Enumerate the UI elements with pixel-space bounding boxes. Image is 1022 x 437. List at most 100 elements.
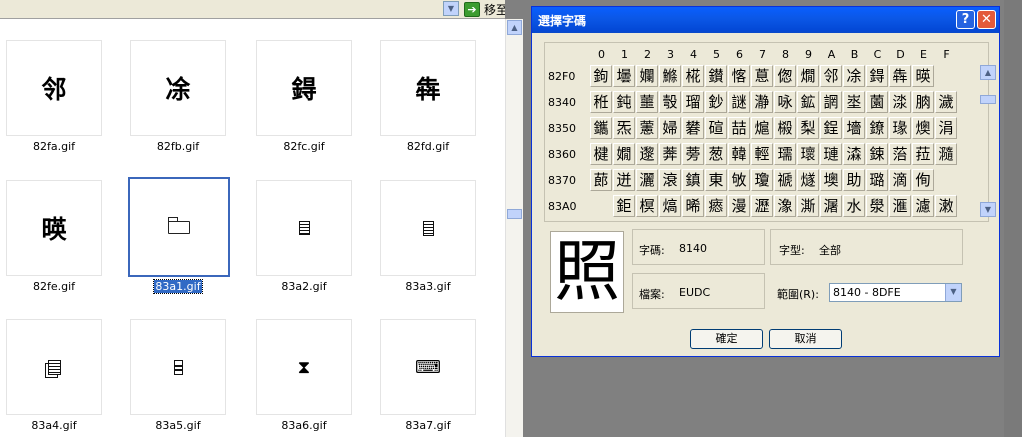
character-cell[interactable]: 漫 bbox=[728, 195, 750, 217]
character-cell[interactable]: 潄 bbox=[935, 195, 957, 217]
thumbnail-tile[interactable]: 凃 bbox=[130, 40, 226, 136]
character-cell[interactable]: 瓀 bbox=[774, 143, 796, 165]
character-cell[interactable]: 渁 bbox=[889, 91, 911, 113]
character-cell[interactable]: 侚 bbox=[912, 169, 934, 191]
thumbnail-caption[interactable]: 83a2.gif bbox=[256, 280, 352, 293]
thumbnail-tile[interactable] bbox=[6, 319, 102, 415]
explorer-scrollbar[interactable]: ▲ bbox=[505, 19, 523, 437]
cancel-button[interactable]: 取消 bbox=[769, 329, 842, 349]
character-cell[interactable]: 鰷 bbox=[659, 65, 681, 87]
character-cell[interactable]: 瑠 bbox=[682, 91, 704, 113]
thumbnail-caption[interactable]: 82fd.gif bbox=[380, 140, 476, 153]
scroll-up-icon[interactable]: ▲ bbox=[507, 20, 522, 35]
help-button[interactable]: ? bbox=[956, 10, 975, 29]
character-cell[interactable]: 朒 bbox=[912, 91, 934, 113]
thumbnail-caption[interactable]: 83a4.gif bbox=[6, 419, 102, 432]
thumbnail-caption[interactable]: 83a1.gif bbox=[130, 279, 226, 294]
character-cell[interactable]: 椛 bbox=[682, 65, 704, 87]
character-cell[interactable]: 孄 bbox=[636, 65, 658, 87]
character-cell[interactable]: 咏 bbox=[774, 91, 796, 113]
go-button[interactable]: ➔ 移至 bbox=[464, 1, 505, 17]
character-cell[interactable]: 楗 bbox=[590, 143, 612, 165]
character-cell[interactable]: 埊 bbox=[843, 91, 865, 113]
character-cell[interactable]: 墺 bbox=[820, 169, 842, 191]
character-cell[interactable]: 蘁 bbox=[636, 91, 658, 113]
character-cell[interactable]: 璉 bbox=[820, 143, 842, 165]
character-cell[interactable]: 鐐 bbox=[866, 117, 888, 139]
character-cell[interactable]: 炁 bbox=[613, 117, 635, 139]
character-cell[interactable]: 潳 bbox=[820, 195, 842, 217]
character-cell[interactable]: 濾 bbox=[912, 195, 934, 217]
thumbnail-caption[interactable]: 83a6.gif bbox=[256, 419, 352, 432]
character-cell[interactable]: 晞 bbox=[682, 195, 704, 217]
scroll-thumb[interactable] bbox=[980, 95, 996, 104]
character-cell[interactable]: 愘 bbox=[728, 65, 750, 87]
character-cell[interactable]: 滖 bbox=[659, 169, 681, 191]
character-cell[interactable]: 熩 bbox=[751, 117, 773, 139]
chevron-down-icon[interactable]: ▼ bbox=[945, 284, 961, 301]
range-select[interactable]: 8140 - 8DFE ▼ bbox=[829, 283, 962, 302]
character-cell[interactable]: 彀 bbox=[659, 91, 681, 113]
scroll-thumb[interactable] bbox=[507, 209, 522, 219]
character-cell[interactable]: 瓌 bbox=[797, 143, 819, 165]
character-cell[interactable]: 澌 bbox=[797, 195, 819, 217]
character-cell[interactable]: 敂 bbox=[728, 169, 750, 191]
thumbnail-caption[interactable]: 83a3.gif bbox=[380, 280, 476, 293]
thumbnail-tile[interactable] bbox=[380, 180, 476, 276]
character-cell[interactable]: 璐 bbox=[866, 169, 888, 191]
character-cell[interactable]: 菭 bbox=[889, 143, 911, 165]
character-cell[interactable]: 葱 bbox=[705, 143, 727, 165]
character-cell[interactable]: 熇 bbox=[659, 195, 681, 217]
scroll-up-icon[interactable]: ▲ bbox=[980, 65, 996, 80]
character-cell[interactable]: 輕 bbox=[751, 143, 773, 165]
character-cell[interactable]: 迸 bbox=[613, 169, 635, 191]
character-cell[interactable]: 東 bbox=[705, 169, 727, 191]
scroll-down-icon[interactable]: ▼ bbox=[980, 202, 996, 217]
character-cell[interactable]: 暎 bbox=[912, 65, 934, 87]
background-scrollbar[interactable] bbox=[1004, 0, 1022, 437]
character-cell[interactable]: 瑑 bbox=[889, 117, 911, 139]
thumbnail-tile[interactable]: 邻 bbox=[6, 40, 102, 136]
thumbnail-tile[interactable]: ⌨ bbox=[380, 319, 476, 415]
character-cell[interactable]: 墻 bbox=[843, 117, 865, 139]
character-cell[interactable]: 榝 bbox=[774, 117, 796, 139]
character-cell[interactable]: 薗 bbox=[866, 91, 888, 113]
thumbnail-tile[interactable]: 鍀 bbox=[256, 40, 352, 136]
character-cell[interactable]: 偬 bbox=[774, 65, 796, 87]
character-cell[interactable]: 潹 bbox=[843, 143, 865, 165]
thumbnail-caption[interactable]: 83a5.gif bbox=[130, 419, 226, 432]
character-cell[interactable]: 梨 bbox=[797, 117, 819, 139]
character-cell[interactable]: 謎 bbox=[728, 91, 750, 113]
character-cell[interactable]: 鈍 bbox=[613, 91, 635, 113]
dialog-titlebar[interactable]: 選擇字碼 ? ✕ bbox=[532, 7, 999, 33]
character-cell[interactable]: 藼 bbox=[636, 117, 658, 139]
close-button[interactable]: ✕ bbox=[977, 10, 996, 29]
address-dropdown-icon[interactable]: ▼ bbox=[443, 1, 459, 16]
character-cell[interactable]: 鋉 bbox=[866, 143, 888, 165]
character-cell[interactable]: 碹 bbox=[705, 117, 727, 139]
character-cell[interactable]: 灑 bbox=[636, 169, 658, 191]
character-cell[interactable]: 滴 bbox=[889, 169, 911, 191]
character-cell[interactable]: 助 bbox=[843, 169, 865, 191]
character-cell[interactable]: 鉱 bbox=[797, 91, 819, 113]
character-cell[interactable]: 瀝 bbox=[751, 195, 773, 217]
character-cell[interactable]: 禠 bbox=[774, 169, 796, 191]
character-cell[interactable]: 鈔 bbox=[705, 91, 727, 113]
character-cell[interactable]: 蓈 bbox=[590, 169, 612, 191]
character-cell[interactable]: 濊 bbox=[935, 91, 957, 113]
character-cell[interactable]: 嫺 bbox=[613, 143, 635, 165]
thumbnail-caption[interactable]: 82fa.gif bbox=[6, 140, 102, 153]
character-cell[interactable]: 燗 bbox=[797, 65, 819, 87]
character-cell[interactable]: 燧 bbox=[797, 169, 819, 191]
character-cell[interactable]: 蒡 bbox=[682, 143, 704, 165]
character-cell[interactable]: 邌 bbox=[636, 143, 658, 165]
thumbnail-tile[interactable]: 暎 bbox=[6, 180, 102, 276]
character-cell[interactable]: 滙 bbox=[889, 195, 911, 217]
character-cell[interactable]: 鉅 bbox=[613, 195, 635, 217]
character-cell[interactable]: 潒 bbox=[774, 195, 796, 217]
character-cell[interactable]: 涓 bbox=[935, 117, 957, 139]
thumbnail-tile[interactable] bbox=[128, 177, 230, 277]
grid-scrollbar[interactable]: ▲ ▼ bbox=[980, 65, 996, 217]
character-cell[interactable]: 鑚 bbox=[705, 65, 727, 87]
character-cell[interactable]: 鋥 bbox=[820, 117, 842, 139]
